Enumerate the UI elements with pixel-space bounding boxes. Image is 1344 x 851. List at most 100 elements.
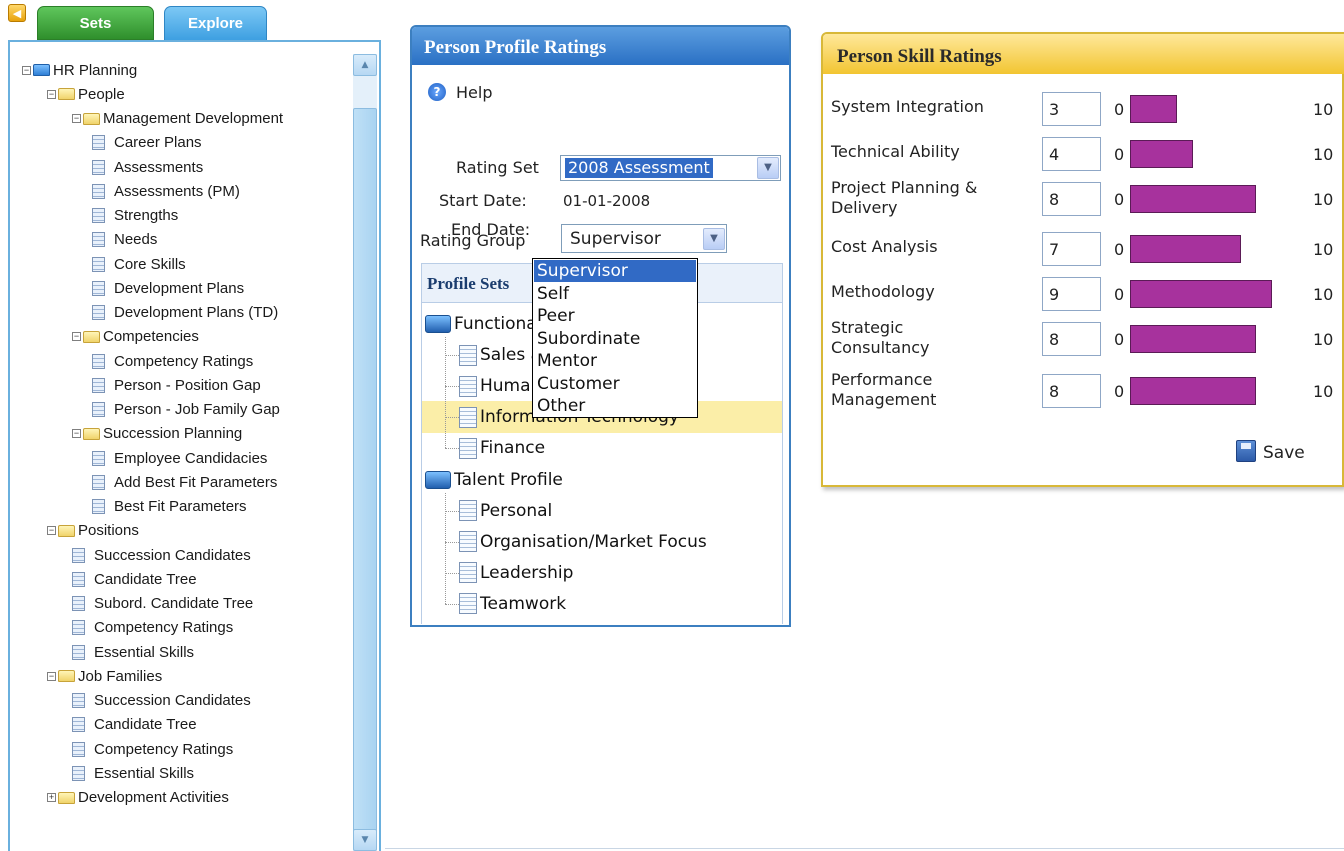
tree-item-label: Essential Skills bbox=[94, 764, 195, 782]
chevron-down-icon[interactable]: ▼ bbox=[703, 228, 725, 250]
tree-item-label: Positions bbox=[78, 522, 139, 540]
profile-set-folder[interactable]: Functional bbox=[425, 309, 541, 339]
tree-item[interactable]: Competency Ratings bbox=[92, 350, 253, 372]
tree-item[interactable]: Add Best Fit Parameters bbox=[92, 471, 277, 493]
skill-rating-input[interactable]: 7 bbox=[1042, 232, 1101, 266]
profile-set-item[interactable]: Organisation/Market Focus bbox=[459, 527, 707, 557]
tree-item[interactable]: Competency Ratings bbox=[72, 738, 233, 760]
tree-item[interactable]: Strengths bbox=[92, 205, 178, 227]
skill-rating-bar bbox=[1130, 95, 1178, 123]
dropdown-option[interactable]: Other bbox=[534, 395, 696, 417]
skill-rating-input[interactable]: 8 bbox=[1042, 374, 1101, 408]
collapse-icon[interactable]: − bbox=[47, 671, 56, 681]
folder-icon bbox=[83, 427, 100, 440]
scale-max-label: 10 bbox=[1313, 285, 1334, 304]
tab-explore[interactable]: Explore bbox=[164, 6, 267, 42]
chevron-down-icon[interactable]: ▼ bbox=[757, 157, 779, 179]
tree-item[interactable]: Development Plans (TD) bbox=[92, 302, 278, 324]
tree-folder[interactable]: − Job Families bbox=[47, 665, 162, 687]
tree-folder[interactable]: − Positions bbox=[47, 520, 139, 542]
scale-max-label: 10 bbox=[1313, 330, 1334, 349]
tree-item[interactable]: Essential Skills bbox=[72, 762, 194, 784]
scroll-down-arrow-icon[interactable]: ▼ bbox=[353, 829, 377, 851]
tree-folder[interactable]: − HR Planning bbox=[22, 59, 137, 81]
tree-folder[interactable]: − Succession Planning bbox=[72, 423, 242, 445]
skill-rating-input[interactable]: 8 bbox=[1042, 182, 1101, 216]
panel-title: Person Skill Ratings bbox=[823, 34, 1344, 74]
scroll-up-arrow-icon[interactable]: ▲ bbox=[353, 54, 377, 76]
collapse-icon[interactable]: − bbox=[72, 114, 81, 123]
scale-max-label: 10 bbox=[1313, 382, 1334, 401]
help-link[interactable]: Help bbox=[456, 83, 492, 102]
dropdown-option[interactable]: Subordinate bbox=[534, 328, 696, 350]
document-icon bbox=[72, 571, 85, 587]
document-icon bbox=[92, 450, 105, 466]
skill-row: Cost Analysis 7 0 10 bbox=[823, 226, 1344, 274]
tree-scrollbar[interactable]: ▲ ▼ bbox=[353, 54, 377, 851]
tree-item-label: People bbox=[78, 85, 125, 103]
tree-item[interactable]: Succession Candidates bbox=[72, 544, 251, 566]
tree-item[interactable]: Development Plans bbox=[92, 277, 244, 299]
floppy-disk-icon[interactable] bbox=[1236, 440, 1256, 462]
skill-rating-input[interactable]: 3 bbox=[1042, 92, 1101, 126]
dropdown-option[interactable]: Peer bbox=[534, 305, 696, 327]
tree-item[interactable]: Core Skills bbox=[92, 253, 186, 275]
skill-rating-input[interactable]: 4 bbox=[1042, 137, 1101, 171]
skill-name: Methodology bbox=[831, 282, 935, 301]
skill-rating-bar bbox=[1130, 280, 1273, 308]
profile-set-item[interactable]: Finance bbox=[459, 433, 545, 463]
profile-set-item[interactable]: Personal bbox=[459, 496, 552, 526]
scrollbar-thumb[interactable] bbox=[353, 108, 377, 835]
rating-group-select[interactable]: Supervisor ▼ bbox=[561, 224, 727, 253]
tree-item-label: Person - Job Family Gap bbox=[114, 401, 280, 418]
expand-icon[interactable]: + bbox=[47, 793, 56, 802]
tree-folder[interactable]: − Competencies bbox=[72, 326, 199, 348]
tree-item[interactable]: Person - Position Gap bbox=[92, 374, 261, 396]
tree-item[interactable]: Subord. Candidate Tree bbox=[72, 593, 253, 615]
profile-set-item[interactable]: Leadership bbox=[459, 558, 573, 588]
tree-folder[interactable]: − People bbox=[47, 83, 125, 105]
tree-folder[interactable]: + Development Activities bbox=[47, 787, 229, 809]
tree-item[interactable]: Best Fit Parameters bbox=[92, 496, 247, 518]
tree-item[interactable]: Competency Ratings bbox=[72, 617, 233, 639]
tree-item[interactable]: Essential Skills bbox=[72, 641, 194, 663]
collapse-icon[interactable]: − bbox=[22, 65, 31, 75]
scale-max-label: 10 bbox=[1313, 190, 1334, 209]
scale-min-label: 0 bbox=[1114, 100, 1125, 119]
skill-rating-input[interactable]: 8 bbox=[1042, 322, 1101, 356]
profile-set-item[interactable]: Teamwork bbox=[459, 589, 566, 619]
dropdown-option[interactable]: Supervisor bbox=[534, 260, 696, 282]
rating-group-dropdown-list[interactable]: Supervisor Self Peer Subordinate Mentor Custo… bbox=[532, 258, 698, 418]
tree-item[interactable]: Employee Candidacies bbox=[92, 447, 267, 469]
collapse-icon[interactable]: − bbox=[47, 526, 56, 536]
tree-item[interactable]: Candidate Tree bbox=[72, 568, 197, 590]
start-date-label: Start Date: bbox=[439, 191, 527, 210]
tree-item[interactable]: Assessments (PM) bbox=[92, 180, 240, 202]
save-button[interactable]: Save bbox=[1263, 443, 1305, 463]
rating-set-select[interactable]: 2008 Assessment ▼ bbox=[560, 155, 781, 181]
collapse-icon[interactable]: − bbox=[72, 429, 81, 439]
tree-item[interactable]: Needs bbox=[92, 229, 157, 251]
tab-sets[interactable]: Sets bbox=[37, 6, 154, 40]
dropdown-option[interactable]: Self bbox=[534, 283, 696, 305]
tree-item-label: Job Families bbox=[78, 667, 163, 685]
tree-item[interactable]: Person - Job Family Gap bbox=[92, 399, 280, 421]
tree-item[interactable]: Assessments bbox=[92, 156, 203, 178]
document-icon bbox=[92, 183, 105, 199]
dropdown-option[interactable]: Customer bbox=[534, 373, 696, 395]
dropdown-option[interactable]: Mentor bbox=[534, 350, 696, 372]
tree-item[interactable]: Candidate Tree bbox=[72, 714, 197, 736]
skill-rating-input[interactable]: 9 bbox=[1042, 277, 1101, 311]
tree-item[interactable]: Succession Candidates bbox=[72, 690, 251, 712]
tree-item-label: Competency Ratings bbox=[94, 619, 234, 637]
collapse-icon[interactable]: − bbox=[47, 89, 56, 99]
back-arrow-icon[interactable]: ◀ bbox=[8, 4, 26, 22]
tree-item-label: Succession Candidates bbox=[94, 692, 251, 709]
tree-folder[interactable]: − Management Development bbox=[72, 108, 283, 130]
tree-item[interactable]: Career Plans bbox=[92, 132, 202, 154]
collapse-icon[interactable]: − bbox=[72, 332, 81, 342]
document-icon bbox=[459, 531, 477, 553]
document-icon bbox=[459, 344, 477, 366]
profile-set-folder[interactable]: Talent Profile bbox=[425, 465, 563, 495]
help-icon[interactable]: ? bbox=[428, 83, 446, 101]
